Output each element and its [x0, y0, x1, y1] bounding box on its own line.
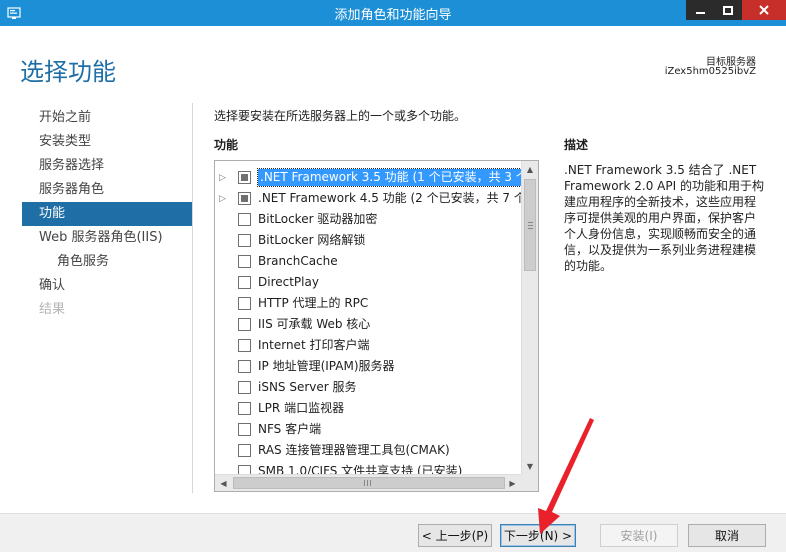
nav-item-server-selection[interactable]: 服务器选择	[22, 154, 192, 178]
minimize-button[interactable]	[686, 0, 714, 20]
nav-item-installation-type[interactable]: 安装类型	[22, 130, 192, 154]
features-heading: 功能	[214, 138, 239, 152]
feature-checkbox[interactable]	[238, 423, 251, 436]
feature-checkbox[interactable]	[238, 318, 251, 331]
destination-server-name: iZex5hm0525ibvZ	[664, 66, 756, 77]
feature-checkbox[interactable]	[238, 444, 251, 457]
feature-row[interactable]: BitLocker 网络解锁	[215, 230, 521, 251]
feature-row[interactable]: IIS 可承载 Web 核心	[215, 314, 521, 335]
feature-row[interactable]: NFS 客户端	[215, 419, 521, 440]
scroll-up-arrow-icon[interactable]: ▲	[522, 161, 538, 178]
expand-icon[interactable]: ▷	[219, 173, 227, 182]
feature-description: .NET Framework 3.5 结合了 .NET Framework 2.…	[564, 163, 764, 273]
scroll-right-arrow-icon[interactable]: ▶	[504, 475, 521, 491]
horizontal-scroll-thumb[interactable]	[233, 477, 505, 489]
description-heading: 描述	[564, 138, 589, 152]
feature-label: IIS 可承载 Web 核心	[258, 317, 371, 331]
nav-item-confirmation[interactable]: 确认	[22, 274, 192, 298]
feature-row[interactable]: RAS 连接管理器管理工具包(CMAK)	[215, 440, 521, 461]
minimize-icon	[695, 12, 705, 14]
feature-label: NFS 客户端	[258, 422, 322, 436]
feature-label: BitLocker 驱动器加密	[258, 212, 378, 226]
feature-row[interactable]: HTTP 代理上的 RPC	[215, 293, 521, 314]
feature-checkbox[interactable]	[238, 402, 251, 415]
annotation-arrow-icon	[538, 418, 594, 534]
expand-icon[interactable]: ▷	[219, 194, 227, 203]
feature-checkbox[interactable]	[238, 297, 251, 310]
feature-label: IP 地址管理(IPAM)服务器	[258, 359, 395, 373]
feature-row[interactable]: IP 地址管理(IPAM)服务器	[215, 356, 521, 377]
feature-label: RAS 连接管理器管理工具包(CMAK)	[258, 443, 450, 457]
feature-row[interactable]: Internet 打印客户端	[215, 335, 521, 356]
maximize-icon	[723, 5, 733, 15]
nav-item-web-server-role[interactable]: Web 服务器角色(IIS)	[22, 226, 192, 250]
nav-item-before-you-begin[interactable]: 开始之前	[22, 106, 192, 130]
instruction-text: 选择要安装在所选服务器上的一个或多个功能。	[214, 109, 467, 123]
features-tree-list[interactable]: ▷ .NET Framework 3.5 功能 (1 个已安装，共 3 个) ▷…	[214, 160, 539, 492]
vertical-scroll-thumb[interactable]	[524, 179, 536, 271]
nav-item-role-services[interactable]: 角色服务	[22, 250, 192, 274]
feature-checkbox[interactable]	[238, 213, 251, 226]
feature-checkbox[interactable]	[238, 381, 251, 394]
feature-label: BranchCache	[258, 254, 338, 268]
feature-row-net35[interactable]: ▷ .NET Framework 3.5 功能 (1 个已安装，共 3 个)	[215, 167, 536, 188]
close-button[interactable]	[742, 0, 786, 20]
feature-label: Internet 打印客户端	[258, 338, 370, 352]
feature-label: iSNS Server 服务	[258, 380, 357, 394]
cancel-button[interactable]: 取消	[688, 524, 766, 547]
feature-row[interactable]: BranchCache	[215, 251, 521, 272]
feature-label: LPR 端口监视器	[258, 401, 345, 415]
feature-label: .NET Framework 3.5 功能 (1 个已安装，共 3 个)	[257, 168, 536, 187]
feature-checkbox[interactable]	[238, 276, 251, 289]
maximize-button[interactable]	[714, 0, 742, 20]
feature-row[interactable]: LPR 端口监视器	[215, 398, 521, 419]
feature-checkbox[interactable]	[238, 360, 251, 373]
horizontal-scrollbar[interactable]: ◀ ▶	[215, 474, 521, 491]
page-title: 选择功能	[20, 58, 116, 86]
feature-checkbox[interactable]	[238, 339, 251, 352]
feature-checkbox[interactable]	[238, 234, 251, 247]
nav-item-server-roles[interactable]: 服务器角色	[22, 178, 192, 202]
feature-checkbox[interactable]	[238, 192, 251, 205]
feature-checkbox[interactable]	[238, 255, 251, 268]
nav-item-features[interactable]: 功能	[22, 202, 192, 226]
close-icon	[759, 5, 769, 15]
title-bar: 添加角色和功能向导	[0, 0, 786, 26]
window-title: 添加角色和功能向导	[334, 8, 452, 23]
install-button: 安装(I)	[600, 524, 678, 547]
grip-icon	[364, 480, 371, 486]
nav-item-results: 结果	[39, 302, 66, 317]
previous-button[interactable]: < 上一步(P)	[418, 524, 492, 547]
feature-row[interactable]: DirectPlay	[215, 272, 521, 293]
feature-label: BitLocker 网络解锁	[258, 233, 366, 247]
scroll-left-arrow-icon[interactable]: ◀	[215, 475, 232, 491]
nav-divider	[192, 103, 193, 493]
feature-label: DirectPlay	[258, 275, 319, 289]
feature-row[interactable]: BitLocker 驱动器加密	[215, 209, 521, 230]
feature-row[interactable]: iSNS Server 服务	[215, 377, 521, 398]
feature-row-net45[interactable]: ▷ .NET Framework 4.5 功能 (2 个已安装，共 7 个)	[215, 188, 531, 209]
feature-checkbox[interactable]	[238, 171, 251, 184]
feature-label: .NET Framework 4.5 功能 (2 个已安装，共 7 个)	[258, 191, 531, 205]
grip-icon	[528, 222, 533, 229]
feature-label: HTTP 代理上的 RPC	[258, 296, 369, 310]
